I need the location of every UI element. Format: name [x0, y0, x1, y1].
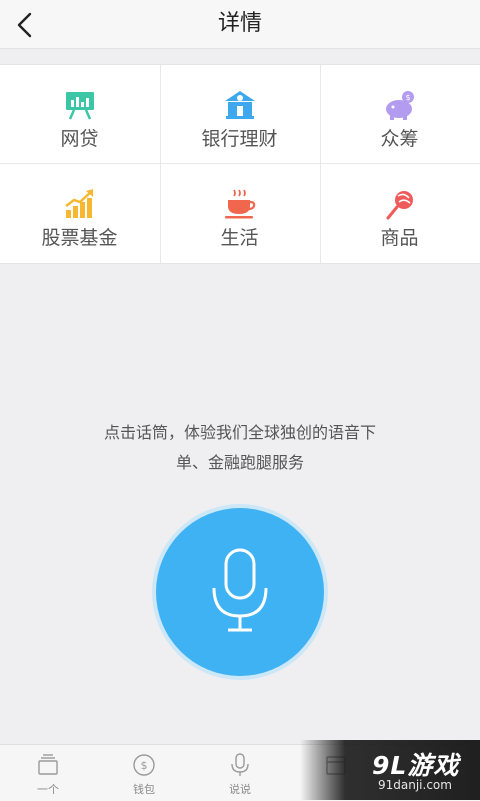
- tab-label: 一个: [37, 783, 59, 796]
- watermark-logo: 9L游戏: [372, 751, 460, 780]
- category-grid: 网贷 银行理财 $ 众筹 股票基金 生活 商品: [0, 64, 480, 264]
- tab-wallet[interactable]: $ 钱包: [96, 745, 192, 801]
- tab-one[interactable]: 一个: [0, 745, 96, 801]
- category-label: 银行理财: [201, 128, 278, 150]
- category-stocks-funds[interactable]: 股票基金: [0, 164, 159, 262]
- svg-text:$: $: [405, 93, 410, 102]
- bank-icon: [224, 91, 255, 119]
- category-label: 网贷: [60, 128, 99, 150]
- category-label: 商品: [380, 227, 419, 249]
- presentation-chart-icon: [65, 92, 94, 120]
- voice-prompt-line: 点击话筒，体验我们全球独创的语音下: [103, 423, 376, 442]
- category-label: 生活: [220, 227, 259, 249]
- page-title: 详情: [217, 11, 262, 36]
- svg-text:$: $: [141, 759, 148, 772]
- piggy-bank-icon: $: [385, 91, 414, 120]
- category-label: 众筹: [380, 128, 419, 150]
- category-bank-finance[interactable]: 银行理财: [160, 65, 319, 163]
- microphone-icon: [231, 753, 249, 776]
- tab-label: 钱包: [133, 783, 155, 796]
- card-stack-icon: [38, 754, 58, 775]
- category-p2p-loan[interactable]: 网贷: [0, 65, 159, 163]
- microphone-icon: [212, 548, 268, 632]
- coffee-cup-icon: [224, 189, 255, 219]
- category-goods[interactable]: 商品: [320, 164, 479, 262]
- category-label: 股票基金: [41, 227, 118, 249]
- voice-prompt: 点击话筒，体验我们全球独创的语音下 单、金融跑腿服务: [60, 418, 420, 478]
- lollipop-icon: [386, 191, 413, 220]
- coin-icon: $: [133, 754, 155, 776]
- voice-prompt-line: 单、金融跑腿服务: [175, 453, 304, 472]
- tab-label: 说说: [229, 783, 251, 796]
- voice-mic-button[interactable]: [156, 508, 324, 676]
- top-bar: 详情: [0, 0, 480, 49]
- watermark-url: 91danji.com: [378, 778, 452, 792]
- category-crowdfunding[interactable]: $ 众筹: [320, 65, 479, 163]
- bar-chart-trend-icon: [64, 189, 93, 218]
- category-life[interactable]: 生活: [160, 164, 319, 262]
- tab-talk[interactable]: 说说: [192, 745, 288, 801]
